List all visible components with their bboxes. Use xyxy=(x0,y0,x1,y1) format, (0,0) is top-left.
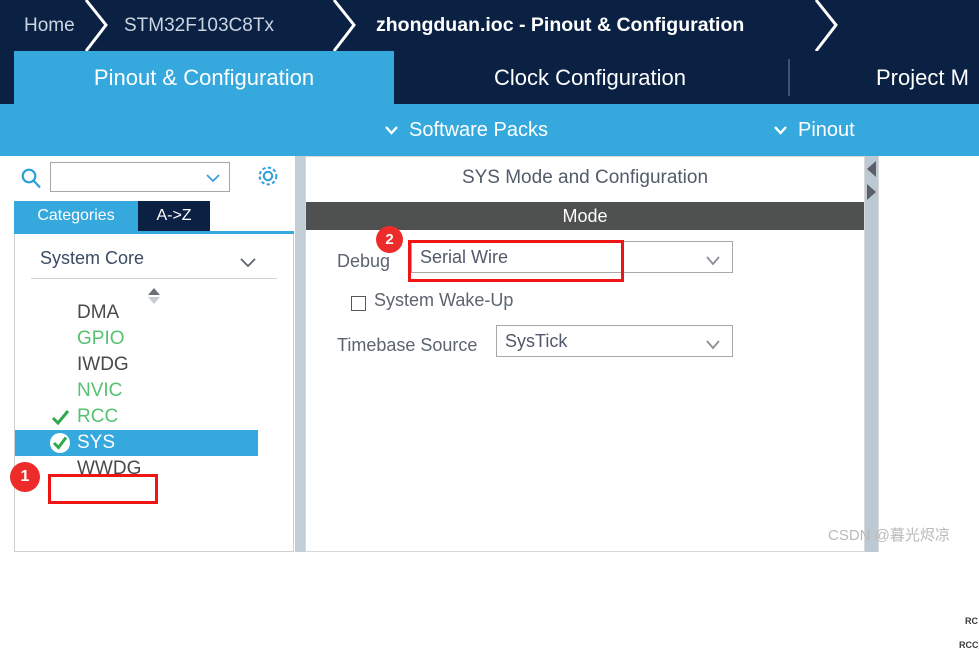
breadcrumb-chevron-icon xyxy=(812,0,842,51)
system-wakeup-checkbox[interactable] xyxy=(351,296,366,311)
peripheral-label: RCC xyxy=(77,406,119,427)
pin-label: RCC_ xyxy=(959,640,979,650)
chevron-down-icon[interactable] xyxy=(205,170,221,191)
chevron-down-icon xyxy=(383,122,400,139)
group-label: System Core xyxy=(40,248,145,268)
breadcrumb-item-home[interactable]: Home xyxy=(24,0,75,51)
group-divider xyxy=(31,278,277,279)
tab-label: A->Z xyxy=(156,207,192,224)
watermark: CSDN @暮光烬凉 xyxy=(828,527,950,544)
breadcrumb-label: zhongduan.ioc - Pinout & Configuration xyxy=(376,14,745,36)
sidebar-item-sys[interactable]: SYS xyxy=(15,430,258,456)
config-panel: SYS Mode and Configuration Mode Debug Se… xyxy=(305,156,865,552)
chevron-down-icon[interactable] xyxy=(238,253,258,278)
peripheral-list: DMA GPIO IWDG NVIC RCC SYS WWDG xyxy=(15,300,293,482)
search-combobox[interactable] xyxy=(50,162,230,192)
pinout-label: Pinout xyxy=(798,118,855,141)
peripheral-tree: System Core DMA GPIO IWDG NVIC RCC SYS W… xyxy=(14,234,294,552)
breadcrumb-chevron-icon xyxy=(82,0,112,51)
sidebar-item-rcc[interactable]: RCC xyxy=(15,404,293,430)
system-wakeup-label: System Wake-Up xyxy=(374,290,514,310)
badge-number: 2 xyxy=(385,231,394,248)
chevron-down-icon[interactable] xyxy=(704,251,722,274)
triangle-left-icon[interactable] xyxy=(866,160,877,183)
sidebar-item-iwdg[interactable]: IWDG xyxy=(15,352,293,378)
timebase-source-combo[interactable]: SysTick xyxy=(496,325,733,357)
tab-pinout-configuration[interactable]: Pinout & Configuration xyxy=(14,51,394,104)
annotation-badge-2: 2 xyxy=(376,226,403,253)
debug-label: Debug xyxy=(337,251,391,271)
breadcrumb: Home STM32F103C8Tx zhongduan.ioc - Pinou… xyxy=(0,0,979,51)
software-packs-label: Software Packs xyxy=(409,118,548,141)
search-icon[interactable] xyxy=(20,167,42,194)
peripheral-label: IWDG xyxy=(77,354,129,375)
sidebar-item-gpio[interactable]: GPIO xyxy=(15,326,293,352)
tab-label: Categories xyxy=(37,207,115,224)
breadcrumb-item-current[interactable]: zhongduan.ioc - Pinout & Configuration xyxy=(376,0,744,51)
mode-header-label: Mode xyxy=(562,205,608,226)
tab-categories[interactable]: Categories xyxy=(14,201,138,231)
timebase-source-label: Timebase Source xyxy=(337,335,478,355)
search-input[interactable] xyxy=(55,166,204,190)
timebase-source-value: SysTick xyxy=(505,331,568,351)
tab-label: Clock Configuration xyxy=(494,64,686,90)
triangle-right-icon[interactable] xyxy=(866,183,877,206)
page-title: SYS Mode and Configuration xyxy=(461,167,709,188)
tab-divider xyxy=(788,59,790,96)
peripheral-label: SYS xyxy=(77,432,116,453)
tab-label: Pinout & Configuration xyxy=(93,64,315,90)
pin-label: RC xyxy=(965,616,978,626)
chevron-down-icon xyxy=(772,122,789,139)
pinout-menu[interactable]: Pinout xyxy=(772,104,855,156)
breadcrumb-label: STM32F103C8Tx xyxy=(124,14,274,36)
search-row xyxy=(0,156,294,200)
sidebar-item-dma[interactable]: DMA xyxy=(15,300,293,326)
main-tab-bar: Pinout & Configuration Clock Configurati… xyxy=(0,51,979,104)
tab-a-to-z[interactable]: A->Z xyxy=(138,201,210,231)
annotation-badge-1: 1 xyxy=(10,462,40,492)
sidebar-item-nvic[interactable]: NVIC xyxy=(15,378,293,404)
chip-pinout-view[interactable]: RC RCC_ xyxy=(878,156,979,650)
breadcrumb-item-mcu[interactable]: STM32F103C8Tx xyxy=(124,0,274,51)
sidebar-group-system-core[interactable]: System Core xyxy=(16,242,294,276)
tab-label: Project M xyxy=(876,64,969,90)
panel-scroll-strip[interactable] xyxy=(865,156,878,552)
tab-clock-configuration[interactable]: Clock Configuration xyxy=(394,51,786,104)
panel-splitter[interactable] xyxy=(294,156,305,552)
software-packs-menu[interactable]: Software Packs xyxy=(383,104,548,156)
gear-icon[interactable] xyxy=(255,163,281,194)
chevron-down-icon[interactable] xyxy=(704,335,722,358)
breadcrumb-chevron-icon xyxy=(330,0,360,51)
peripheral-label: GPIO xyxy=(77,328,125,349)
peripheral-label: NVIC xyxy=(77,380,123,401)
annotation-box-debug xyxy=(408,240,624,282)
peripheral-label: DMA xyxy=(77,302,120,323)
tab-project-manager[interactable]: Project M xyxy=(796,51,979,104)
badge-number: 1 xyxy=(20,468,30,485)
sub-tool-bar: Software Packs Pinout xyxy=(0,104,979,156)
annotation-box-sys xyxy=(48,474,158,504)
breadcrumb-label: Home xyxy=(24,14,75,36)
